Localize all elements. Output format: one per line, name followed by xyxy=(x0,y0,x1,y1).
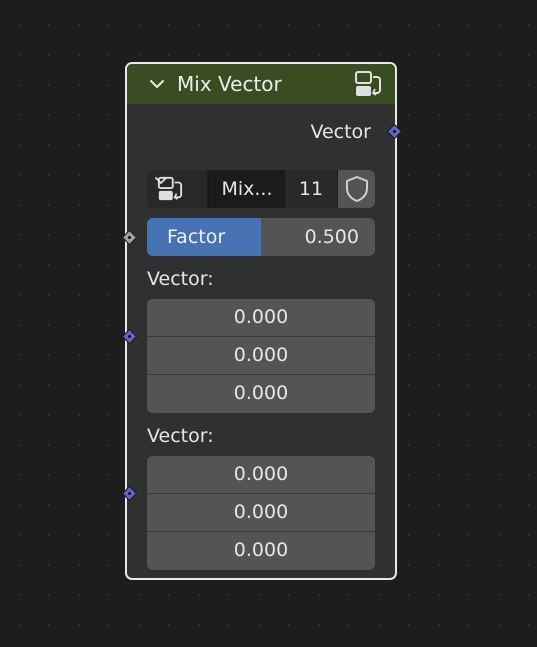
node-title: Mix Vector xyxy=(177,72,282,96)
factor-value: 0.500 xyxy=(304,226,359,248)
mix-vector-node[interactable]: Mix Vector Vector Mix... 11 Factor 0.500… xyxy=(121,62,403,580)
vector-b-input-socket[interactable] xyxy=(121,485,138,502)
output-vector-label: Vector xyxy=(310,121,371,143)
vector-a-z-field[interactable]: 0.000 xyxy=(147,375,375,412)
factor-label: Factor xyxy=(167,226,226,248)
vector-a-x-field[interactable]: 0.000 xyxy=(147,299,375,336)
vector-b-fields: 0.000 0.000 0.000 xyxy=(147,456,375,570)
node-header[interactable]: Mix Vector xyxy=(127,64,395,104)
shield-icon xyxy=(346,176,368,202)
factor-slider[interactable]: Factor 0.500 xyxy=(147,218,375,256)
vector-a-input-socket[interactable] xyxy=(121,328,138,345)
vector-b-z-field[interactable]: 0.000 xyxy=(147,532,375,569)
vector-b-label: Vector: xyxy=(147,425,214,447)
vector-a-y-field[interactable]: 0.000 xyxy=(147,337,375,374)
node-tree-browse-button[interactable] xyxy=(147,170,207,208)
node-group-selector[interactable]: Mix... 11 xyxy=(147,170,375,208)
user-count-button[interactable]: 11 xyxy=(285,170,337,208)
vector-b-x-field[interactable]: 0.000 xyxy=(147,456,375,493)
node-tree-name-field[interactable]: Mix... xyxy=(208,170,285,208)
vector-a-fields: 0.000 0.000 0.000 xyxy=(147,299,375,413)
node-tree-icon xyxy=(355,71,381,96)
vector-a-label: Vector: xyxy=(147,268,214,290)
chevron-down-icon[interactable] xyxy=(149,78,165,90)
output-vector-socket[interactable] xyxy=(386,123,403,140)
chevron-down-icon xyxy=(155,177,167,184)
factor-input-socket[interactable] xyxy=(121,229,138,246)
vector-b-y-field[interactable]: 0.000 xyxy=(147,494,375,531)
fake-user-button[interactable] xyxy=(337,170,375,208)
